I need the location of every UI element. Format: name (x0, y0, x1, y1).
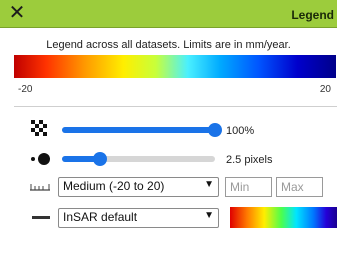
color-ramp (14, 55, 336, 78)
legend-description: Legend across all datasets. Limits are i… (46, 39, 291, 51)
ruler-icon (30, 184, 50, 191)
legend-title: Legend (291, 8, 334, 22)
range-select[interactable]: Medium (-20 to 20) ▼ (58, 177, 219, 197)
divider (14, 106, 337, 107)
opacity-value: 100% (226, 125, 255, 137)
chevron-down-icon: ▼ (204, 210, 214, 221)
point-size-icon (31, 153, 50, 165)
max-input[interactable]: Max (276, 177, 323, 197)
point-size-slider[interactable] (62, 152, 215, 166)
min-input[interactable]: Min (225, 177, 272, 197)
line-style-icon (32, 216, 50, 219)
opacity-slider-fill (62, 127, 215, 133)
opacity-slider[interactable] (62, 123, 222, 137)
legend-header: ✕ Legend (0, 0, 337, 28)
colormap-select-value: InSAR default (63, 210, 138, 224)
point-size-slider-thumb[interactable] (93, 152, 108, 166)
range-select-value: Medium (-20 to 20) (63, 179, 165, 193)
ramp-min-label: -20 (18, 84, 33, 95)
ramp-max-label: 20 (319, 84, 331, 95)
checkerboard-opacity-icon (31, 120, 47, 136)
legend-panel: ✕ Legend Legend across all datasets. Lim… (0, 0, 337, 253)
chevron-down-icon: ▼ (204, 179, 214, 190)
colormap-preview (230, 207, 337, 228)
colormap-select[interactable]: InSAR default ▼ (58, 208, 219, 228)
opacity-slider-thumb[interactable] (208, 123, 222, 137)
point-size-value: 2.5 pixels (226, 154, 273, 166)
close-icon[interactable]: ✕ (6, 3, 28, 25)
